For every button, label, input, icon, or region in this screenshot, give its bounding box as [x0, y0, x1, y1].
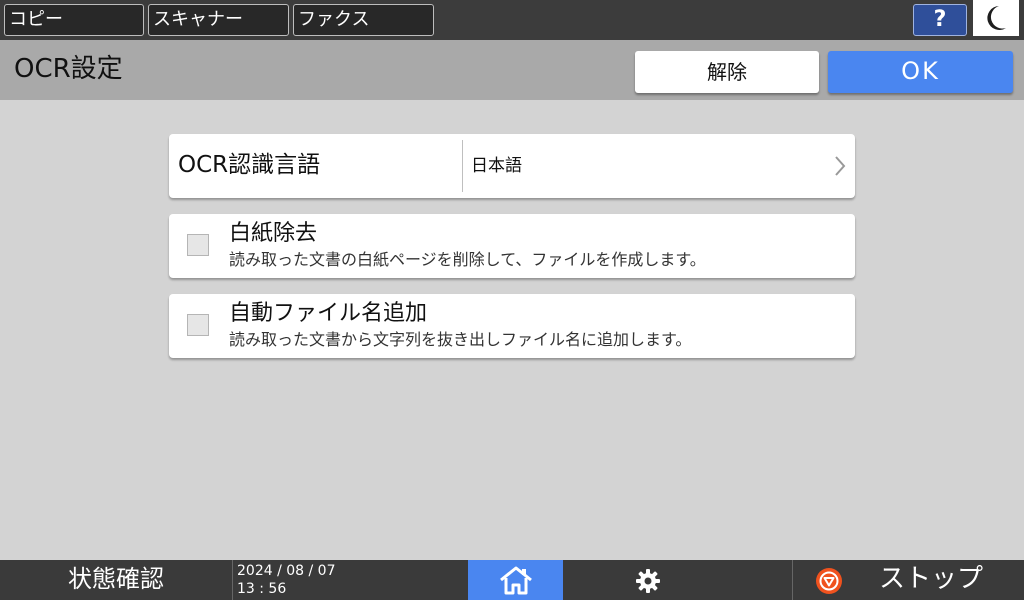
home-button[interactable] [468, 560, 563, 600]
stop-label: ストップ [879, 564, 984, 594]
page-title: OCR設定 [14, 54, 123, 84]
help-button[interactable]: ? [913, 4, 967, 36]
ocr-language-value: 日本語 [471, 156, 522, 176]
header: OCR設定 解除 OK [0, 40, 1024, 100]
stop-icon [816, 568, 842, 594]
chevron-right-icon [835, 156, 846, 176]
date-display: 2024 / 08 / 07 [237, 563, 336, 579]
time-display: 13 : 56 [237, 581, 287, 597]
moon-icon [987, 6, 1006, 30]
energy-saver-button[interactable] [973, 0, 1019, 36]
cancel-button[interactable]: 解除 [635, 51, 819, 93]
app-switcher-bar: コピー スキャナー ファクス ? [0, 0, 1024, 40]
auto-file-name-title: 自動ファイル名追加 [229, 301, 428, 326]
tab-fax[interactable]: ファクス [293, 4, 434, 36]
auto-file-name-setting[interactable]: 自動ファイル名追加 読み取った文書から文字列を抜き出しファイル名に追加します。 [169, 294, 855, 358]
ok-button[interactable]: OK [828, 51, 1013, 93]
bottom-bar: 状態確認 2024 / 08 / 07 13 : 56 ストップ [0, 560, 1024, 600]
divider [462, 140, 463, 192]
auto-file-name-checkbox[interactable] [187, 314, 209, 336]
clock: 2024 / 08 / 07 13 : 56 [232, 560, 468, 600]
gear-icon [636, 569, 660, 593]
blank-page-removal-title: 白紙除去 [229, 221, 318, 246]
stop-button[interactable]: ストップ [792, 560, 1024, 600]
tab-copy[interactable]: コピー [4, 4, 144, 36]
blank-page-removal-checkbox[interactable] [187, 234, 209, 256]
blank-page-removal-setting[interactable]: 白紙除去 読み取った文書の白紙ページを削除して、ファイルを作成します。 [169, 214, 855, 278]
auto-file-name-description: 読み取った文書から文字列を抜き出しファイル名に追加します。 [229, 330, 692, 349]
blank-page-removal-description: 読み取った文書の白紙ページを削除して、ファイルを作成します。 [229, 250, 706, 269]
ocr-language-setting[interactable]: OCR認識言語 日本語 [169, 134, 855, 198]
tab-scanner[interactable]: スキャナー [148, 4, 289, 36]
status-check-button[interactable]: 状態確認 [0, 560, 232, 600]
ocr-language-label: OCR認識言語 [178, 152, 321, 178]
home-icon [500, 566, 532, 595]
settings-button[interactable] [563, 560, 792, 600]
